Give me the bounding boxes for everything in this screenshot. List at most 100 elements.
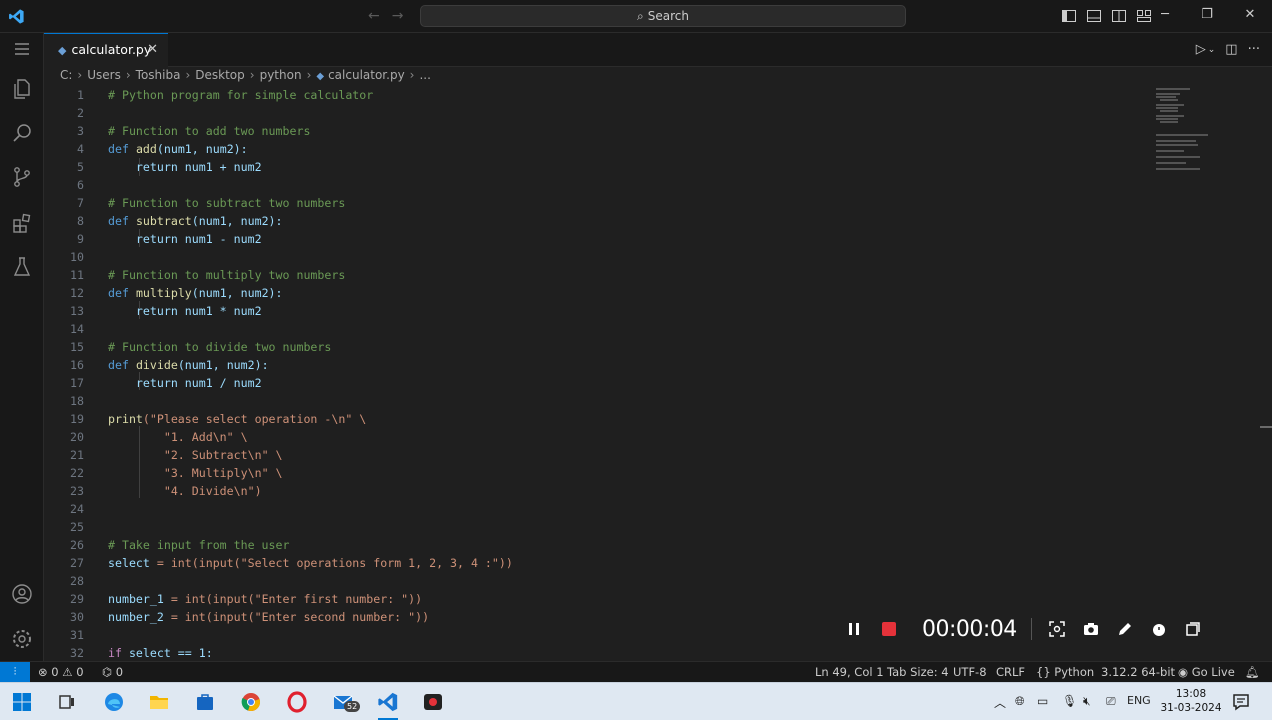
chrome-icon[interactable] <box>240 691 262 713</box>
code-args: (num1, num2): <box>191 286 283 300</box>
code-line: 2 <box>44 104 1154 122</box>
more-actions-icon[interactable]: ··· <box>1248 42 1260 58</box>
vertical-scrollbar[interactable] <box>1258 86 1272 661</box>
input-language[interactable]: ENG <box>1127 694 1151 707</box>
toggle-secondary-sidebar-icon[interactable] <box>1111 8 1127 24</box>
error-count: 0 <box>51 665 59 679</box>
stop-recording-button[interactable] <box>882 622 896 636</box>
clock-date: 31-03-2024 <box>1160 702 1222 714</box>
language-mode[interactable]: {} Python <box>1036 665 1094 679</box>
problems-indicator[interactable]: ⊗ 0 ⚠ 0 <box>38 665 84 679</box>
minimize-recorder-icon[interactable] <box>1184 620 1202 638</box>
code-string: "3. Multiply\n" \ <box>163 466 283 480</box>
breadcrumb-users[interactable]: Users <box>87 68 121 82</box>
pen-icon[interactable] <box>1116 620 1134 638</box>
go-live-button[interactable]: ◉ Go Live <box>1178 665 1235 679</box>
code-comment: # Python program for simple calculator <box>108 88 374 102</box>
extensions-icon[interactable] <box>10 211 34 235</box>
search-label: Search <box>647 9 689 23</box>
code-line: 8 def subtract(num1, num2): <box>44 212 1154 230</box>
code-line: 11 # Function to multiply two numbers <box>44 266 1154 284</box>
code-statement: return num1 + num2 <box>135 160 262 174</box>
system-clock[interactable]: 13:08 31-03-2024 <box>1158 687 1224 715</box>
microphone-icon[interactable]: 🎙︎ <box>1062 694 1077 708</box>
minimap[interactable] <box>1152 86 1212 186</box>
screenshot-region-icon[interactable] <box>1048 620 1066 638</box>
network-globe-icon[interactable]: 🌐︎ <box>1015 694 1025 709</box>
task-view-icon[interactable] <box>56 691 78 713</box>
vscode-logo-icon[interactable] <box>8 8 25 25</box>
windows-start-icon[interactable] <box>11 691 33 713</box>
screen-recorder-app-icon[interactable] <box>422 691 444 713</box>
command-center-search[interactable]: ⌕ Search <box>420 5 906 27</box>
breadcrumb-file[interactable]: calculator.py <box>328 68 405 82</box>
end-of-line[interactable]: CRLF <box>996 665 1025 679</box>
error-icon: ⊗ <box>38 665 48 679</box>
code-editor[interactable]: 1 # Python program for simple calculator … <box>44 86 1154 661</box>
tab-calculator-py[interactable]: ◆ calculator.py ✕ <box>44 33 168 67</box>
run-python-icon[interactable]: ▷ <box>1196 42 1206 58</box>
line-number: 25 <box>70 520 84 534</box>
vscode-taskbar-icon[interactable] <box>377 691 399 713</box>
notification-center-icon[interactable] <box>1232 693 1250 711</box>
edge-browser-icon[interactable] <box>103 691 125 713</box>
code-line: 14 <box>44 320 1154 338</box>
explorer-icon[interactable] <box>10 77 34 101</box>
split-editor-icon[interactable]: ◫ <box>1225 42 1237 58</box>
code-function: multiply <box>135 286 192 300</box>
toggle-primary-sidebar-icon[interactable] <box>1061 8 1077 24</box>
run-dropdown-chevron-icon[interactable]: ⌄ <box>1208 42 1216 58</box>
mail-app[interactable]: 52 <box>332 691 361 713</box>
code-variable: select <box>108 556 150 570</box>
encoding[interactable]: UTF-8 <box>953 665 987 679</box>
line-number: 12 <box>70 286 84 300</box>
settings-gear-icon[interactable] <box>10 627 34 651</box>
python-interpreter[interactable]: 3.12.2 64-bit <box>1101 665 1175 679</box>
battery-icon[interactable]: ▭ <box>1037 694 1048 708</box>
breadcrumb-drive[interactable]: C: <box>60 68 72 82</box>
file-explorer-icon[interactable] <box>148 691 170 713</box>
breadcrumb-toshiba[interactable]: Toshiba <box>136 68 181 82</box>
code-string: "1. Add\n" \ <box>163 430 248 444</box>
code-string: "4. Divide\n") <box>163 484 262 498</box>
show-hidden-icons-chevron-icon[interactable]: ︿ <box>994 694 1006 711</box>
code-function: print <box>108 412 143 426</box>
microsoft-store-icon[interactable] <box>194 691 216 713</box>
chevron-right-icon: › <box>306 68 312 82</box>
toggle-panel-icon[interactable] <box>1086 8 1102 24</box>
display-icon[interactable]: ⎚ <box>1106 694 1116 709</box>
breadcrumb-symbol[interactable]: ... <box>419 68 430 82</box>
editor-actions: ▷ ⌄ ◫ ··· <box>1196 42 1260 58</box>
testing-flask-icon[interactable] <box>10 255 34 279</box>
timer-icon[interactable] <box>1150 620 1168 638</box>
tab-label: calculator.py <box>71 42 152 57</box>
tab-size[interactable]: Tab Size: 4 <box>887 665 949 679</box>
minimize-icon[interactable]: ─ <box>1155 7 1175 22</box>
line-number: 22 <box>70 466 84 480</box>
breadcrumb-python[interactable]: python <box>260 68 302 82</box>
close-window-icon[interactable]: ✕ <box>1240 7 1260 22</box>
opera-icon[interactable] <box>286 691 308 713</box>
search-sidebar-icon[interactable] <box>10 121 34 145</box>
breadcrumb: C: › Users › Toshiba › Desktop › python › ◆ calcula… <box>60 68 431 85</box>
breadcrumb-desktop[interactable]: Desktop <box>195 68 245 82</box>
camera-icon[interactable] <box>1082 620 1100 638</box>
code-variable: number_1 <box>108 592 164 606</box>
volume-muted-icon[interactable]: 🔇︎ <box>1083 694 1091 709</box>
source-control-icon[interactable] <box>10 165 34 189</box>
customize-layout-icon[interactable] <box>1136 8 1152 24</box>
restore-icon[interactable]: ❐ <box>1197 7 1217 22</box>
ports-indicator[interactable]: ⌬ 0 <box>102 665 123 679</box>
cursor-position[interactable]: Ln 49, Col 1 <box>815 665 884 679</box>
forward-arrow-icon[interactable]: → <box>392 8 416 24</box>
code-function: subtract <box>135 214 192 228</box>
pause-icon[interactable] <box>844 619 864 639</box>
menu-icon[interactable] <box>10 37 34 61</box>
accounts-icon[interactable] <box>10 582 34 606</box>
code-function: add <box>135 142 157 156</box>
notifications-bell-icon[interactable]: 🔔︎ <box>1245 665 1260 679</box>
back-arrow-icon[interactable]: ← <box>368 8 392 24</box>
remote-indicator-icon[interactable]: ⫶ <box>0 662 30 683</box>
code-expression: = int(input("Enter first number: ")) <box>163 592 423 606</box>
close-tab-icon[interactable]: ✕ <box>147 34 158 66</box>
